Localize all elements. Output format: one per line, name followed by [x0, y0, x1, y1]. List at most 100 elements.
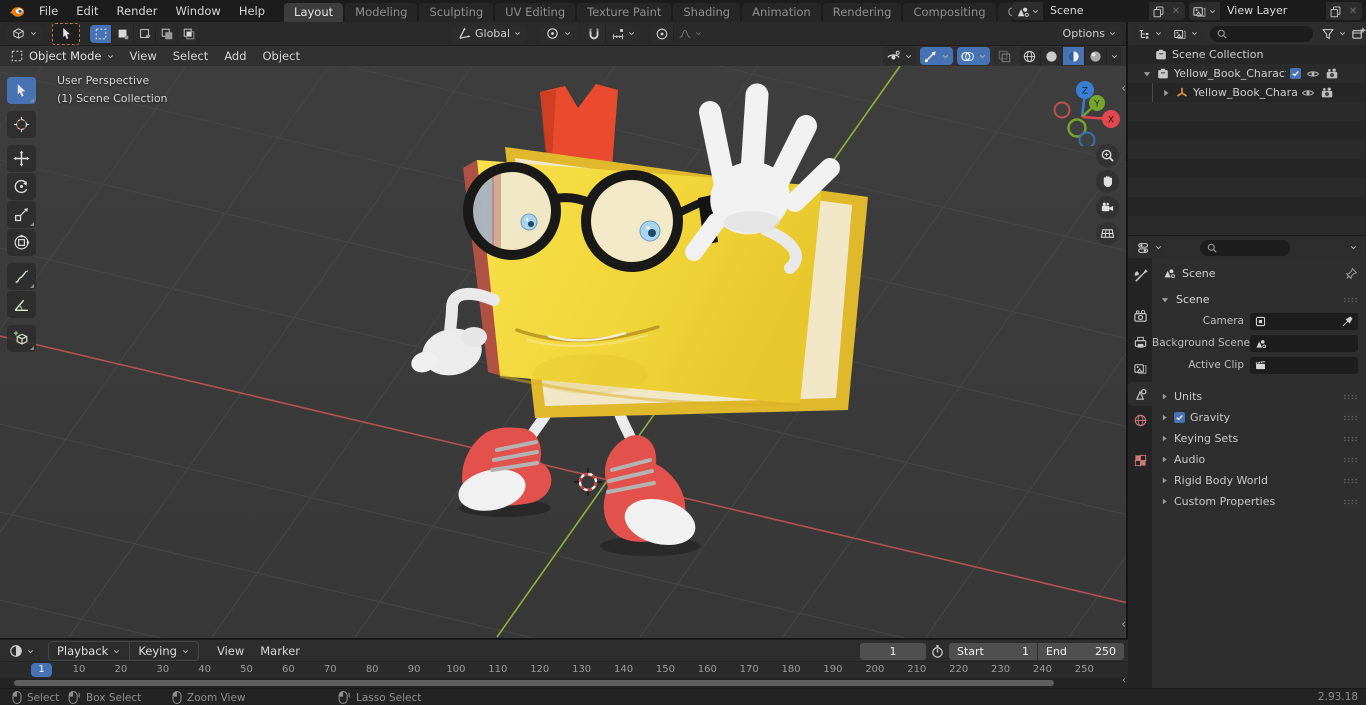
- snap-target-button[interactable]: [606, 24, 640, 43]
- frame-start-field[interactable]: Start 1: [949, 642, 1037, 660]
- drag-dots-icon[interactable]: [1343, 296, 1358, 304]
- outliner-filter-type-button[interactable]: [1170, 24, 1202, 43]
- shading-solid[interactable]: [1041, 47, 1063, 65]
- tab-scene[interactable]: [1128, 382, 1152, 406]
- select-mode-set[interactable]: [90, 24, 112, 43]
- outliner-search-input[interactable]: [1210, 25, 1313, 42]
- property-field[interactable]: [1250, 312, 1358, 330]
- drag-dots-icon[interactable]: [1343, 498, 1358, 506]
- view-layer-name-field[interactable]: View Layer: [1220, 2, 1326, 20]
- workspace-tab[interactable]: Texture Paint: [577, 3, 672, 22]
- drag-dots-icon[interactable]: [1343, 456, 1358, 464]
- viewport-menu-item[interactable]: Select: [165, 46, 216, 66]
- proportional-edit-toggle[interactable]: [651, 24, 674, 43]
- current-frame-field[interactable]: 1: [860, 642, 926, 660]
- view-layer-browse-button[interactable]: [1189, 2, 1220, 20]
- active-tool-preview[interactable]: [52, 22, 80, 45]
- timeline-view-menu[interactable]: View: [209, 641, 252, 661]
- frame-end-field[interactable]: End 250: [1038, 642, 1124, 660]
- navigation-gizmo[interactable]: Z Y X: [1032, 74, 1124, 146]
- workspace-tab[interactable]: Rendering: [822, 3, 902, 22]
- properties-search-input[interactable]: [1200, 239, 1290, 256]
- transform-orientation-button[interactable]: Global: [452, 24, 528, 43]
- pivot-point-button[interactable]: [540, 24, 577, 43]
- scene-panel-header[interactable]: Scene: [1152, 286, 1366, 310]
- properties-section[interactable]: Custom Properties: [1152, 491, 1366, 512]
- scene-unlink-button[interactable]: ✕: [1167, 2, 1185, 20]
- hide-eye-icon[interactable]: [1301, 86, 1315, 100]
- camera-view-button[interactable]: [1096, 196, 1119, 219]
- gravity-checkbox[interactable]: [1174, 412, 1185, 423]
- scene-browse-button[interactable]: [1012, 2, 1043, 20]
- menu-item[interactable]: Render: [108, 0, 167, 22]
- drag-dots-icon[interactable]: [1343, 393, 1358, 401]
- outliner-display-mode-button[interactable]: [1134, 24, 1166, 43]
- properties-section[interactable]: Rigid Body World: [1152, 470, 1366, 491]
- timeline-ruler[interactable]: 10 20 30 40 50 60 70 80 90 100 110 120 130 140 150 160 1…: [0, 661, 1128, 679]
- blender-logo-icon[interactable]: [8, 4, 26, 18]
- scene-copy-button[interactable]: [1149, 2, 1167, 20]
- menu-item[interactable]: File: [30, 0, 67, 22]
- object-visibility-button[interactable]: [883, 47, 916, 65]
- timeline-scrollbar[interactable]: ‹: [0, 675, 1128, 688]
- select-mode-extend[interactable]: [112, 24, 134, 43]
- new-collection-button[interactable]: [1351, 26, 1366, 41]
- viewport-menu-item[interactable]: Add: [216, 46, 254, 66]
- timeline-marker-menu[interactable]: Marker: [252, 641, 308, 661]
- current-frame-indicator[interactable]: 1: [31, 663, 52, 677]
- properties-section[interactable]: Gravity: [1152, 407, 1366, 428]
- property-field[interactable]: [1250, 356, 1358, 374]
- hide-eye-icon[interactable]: [1306, 67, 1320, 81]
- drag-dots-icon[interactable]: [1343, 435, 1358, 443]
- snap-toggle[interactable]: [583, 24, 606, 43]
- workspace-tab[interactable]: Modeling: [345, 3, 418, 22]
- yellow-book-character[interactable]: [408, 83, 868, 556]
- disable-render-icon[interactable]: [1320, 86, 1334, 100]
- 3d-viewport[interactable]: User Perspective (1) Scene Collection Z …: [0, 66, 1128, 638]
- outliner-filter-button[interactable]: [1319, 25, 1349, 43]
- outliner-row-scene-collection[interactable]: Scene Collection: [1128, 45, 1366, 64]
- workspace-tab[interactable]: UV Editing: [495, 3, 576, 22]
- properties-editor-type-button[interactable]: [1134, 238, 1166, 257]
- disable-render-icon[interactable]: [1325, 67, 1339, 81]
- eyedropper-icon[interactable]: [1341, 315, 1354, 328]
- menu-item[interactable]: Window: [166, 0, 229, 22]
- gizmos-toggle[interactable]: [920, 47, 953, 65]
- disclosure-right-icon[interactable]: [1161, 88, 1171, 98]
- tool-button[interactable]: [7, 145, 36, 172]
- viewport-menu-item[interactable]: View: [121, 46, 164, 66]
- properties-options-dropdown[interactable]: [1349, 243, 1358, 252]
- gizmo-minus-x[interactable]: [1053, 101, 1071, 119]
- view-layer-copy-button[interactable]: [1326, 2, 1344, 20]
- tool-button[interactable]: [7, 173, 36, 200]
- select-mode-invert[interactable]: [156, 24, 178, 43]
- properties-section[interactable]: Audio: [1152, 449, 1366, 470]
- tool-button[interactable]: [7, 77, 36, 104]
- collection-checkbox[interactable]: [1290, 68, 1301, 79]
- zoom-button[interactable]: [1096, 144, 1119, 167]
- keying-menu[interactable]: Keying: [130, 642, 198, 660]
- shading-rendered[interactable]: [1085, 47, 1107, 65]
- proportional-falloff-button[interactable]: [674, 24, 706, 43]
- outliner-row-character-object[interactable]: Yellow_Book_Character_: [1128, 83, 1366, 102]
- drag-dots-icon[interactable]: [1343, 477, 1358, 485]
- gizmo-minus-z[interactable]: [1078, 131, 1096, 147]
- workspace-tab[interactable]: Animation: [742, 3, 821, 22]
- drag-dots-icon[interactable]: [1343, 414, 1358, 422]
- workspace-tab[interactable]: Layout: [284, 3, 344, 22]
- xray-toggle[interactable]: [994, 47, 1015, 65]
- shading-material-preview[interactable]: [1063, 47, 1085, 65]
- perspective-toggle-button[interactable]: [1096, 222, 1119, 245]
- property-field[interactable]: [1250, 334, 1358, 352]
- workspace-tab[interactable]: Sculpting: [419, 3, 494, 22]
- tool-button[interactable]: [7, 229, 36, 256]
- properties-section[interactable]: Keying Sets: [1152, 428, 1366, 449]
- workspace-tab[interactable]: Shading: [673, 3, 741, 22]
- view-layer-remove-button[interactable]: ✕: [1344, 2, 1362, 20]
- stopwatch-icon[interactable]: [930, 644, 945, 659]
- tab-tool[interactable]: [1128, 264, 1152, 288]
- workspace-tab[interactable]: Compositing: [903, 3, 996, 22]
- viewport-menu-item[interactable]: Object: [255, 46, 308, 66]
- outliner-row-character-collection[interactable]: Yellow_Book_Character_Wav: [1128, 64, 1366, 83]
- select-mode-intersect[interactable]: [178, 24, 199, 43]
